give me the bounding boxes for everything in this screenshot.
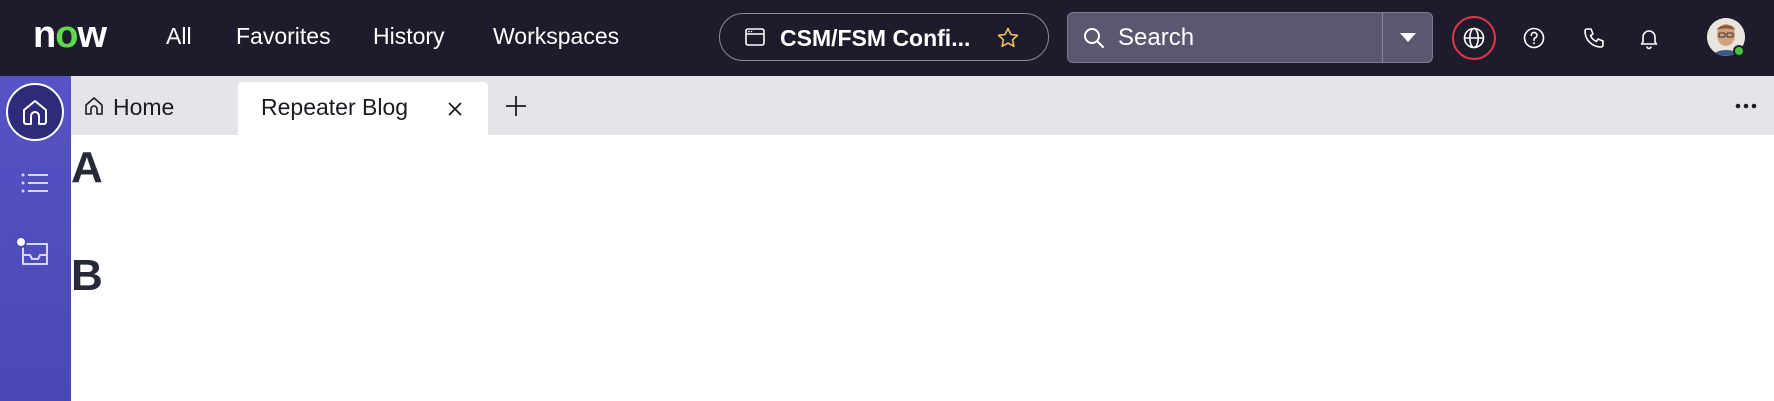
nav-all[interactable]: All <box>166 22 192 50</box>
left-rail <box>0 76 71 401</box>
notifications-button[interactable] <box>1627 16 1671 60</box>
context-title: CSM/FSM Confi... <box>780 25 971 51</box>
help-icon <box>1523 27 1545 49</box>
tab-home-label: Home <box>113 94 175 120</box>
tab-bar: Home Repeater Blog <box>71 76 1774 135</box>
section-heading-a: A <box>71 143 103 192</box>
logo-letter-w: w <box>77 14 107 56</box>
tab-repeater-blog[interactable]: Repeater Blog <box>238 82 488 135</box>
help-button[interactable] <box>1512 16 1556 60</box>
search-scope-dropdown[interactable] <box>1383 12 1433 63</box>
globe-icon <box>1463 27 1485 49</box>
bell-icon <box>1640 30 1658 50</box>
plus-icon <box>506 96 526 116</box>
phone-button[interactable] <box>1572 16 1616 60</box>
search-icon <box>1084 28 1104 48</box>
inbox-badge-dot <box>15 236 27 248</box>
more-options-button[interactable] <box>1731 91 1761 121</box>
online-status-indicator <box>1733 45 1745 57</box>
tab-close-button[interactable] <box>443 97 467 121</box>
close-icon <box>448 102 462 116</box>
home-icon <box>85 97 103 115</box>
rail-list-button[interactable] <box>6 154 64 212</box>
add-tab-button[interactable] <box>501 91 531 121</box>
home-icon <box>23 100 47 125</box>
caret-down-icon <box>1400 33 1416 42</box>
nav-favorites[interactable]: Favorites <box>236 22 331 50</box>
nav-workspaces[interactable]: Workspaces <box>493 22 619 50</box>
logo-letter-o: o <box>55 14 78 56</box>
servicenow-logo[interactable]: now <box>33 14 107 56</box>
more-horizontal-icon <box>1735 103 1757 109</box>
window-icon <box>745 28 765 46</box>
page-content: A B <box>71 135 1774 401</box>
global-search <box>1067 12 1438 63</box>
rail-inbox-button[interactable] <box>6 224 64 282</box>
language-button[interactable] <box>1452 16 1496 60</box>
phone-icon <box>1584 28 1604 48</box>
list-icon <box>21 173 48 193</box>
rail-home-button[interactable] <box>6 83 64 141</box>
tab-home[interactable]: Home <box>71 76 236 135</box>
section-heading-b: B <box>71 251 103 300</box>
star-icon[interactable] <box>996 26 1020 50</box>
logo-letter-n: n <box>33 14 56 56</box>
nav-history[interactable]: History <box>373 22 445 50</box>
application-context-pill[interactable]: CSM/FSM Confi... <box>719 13 1049 61</box>
top-header: now All Favorites History Workspaces CSM… <box>0 0 1774 76</box>
tab-repeater-blog-label: Repeater Blog <box>261 94 409 120</box>
logo-text: now <box>33 14 107 56</box>
